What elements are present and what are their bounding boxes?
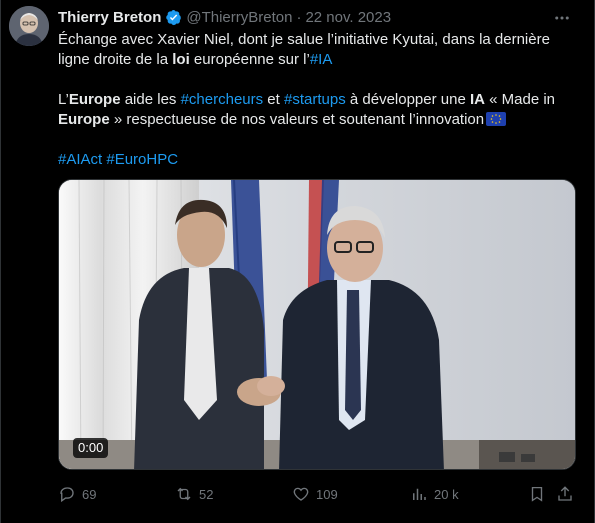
avatar-image (9, 6, 49, 46)
bookmark-icon (531, 486, 543, 502)
tweet-paragraph-3: #AIAct #EuroHPC (58, 150, 578, 170)
author-handle[interactable]: @ThierryBreton (186, 9, 292, 26)
text-span: aide les (120, 91, 181, 108)
repost-count: 52 (199, 486, 214, 502)
header-separator: · (296, 8, 302, 26)
bold-word: IA (469, 91, 485, 108)
text-span: » respectueuse de nos valeurs et soutena… (109, 111, 485, 128)
text-span: et (263, 91, 284, 108)
video-player[interactable] (58, 179, 576, 470)
hashtag-link[interactable]: #EuroHPC (106, 151, 178, 168)
repost-button[interactable]: 52 (175, 484, 213, 504)
bold-word: Europe (68, 91, 121, 108)
like-button[interactable]: 109 (292, 484, 338, 504)
hashtag-link[interactable]: #IA (310, 51, 333, 68)
verified-badge-icon (166, 9, 182, 25)
bookmark-button[interactable] (528, 484, 546, 504)
reply-button[interactable]: 69 (58, 484, 96, 504)
tweet-text: Échange avec Xavier Niel, dont je salue … (58, 30, 578, 170)
tweet-paragraph-1: Échange avec Xavier Niel, dont je salue … (58, 30, 578, 70)
eu-flag-icon (486, 112, 507, 126)
share-button[interactable] (556, 484, 574, 504)
text-span: « Made in (484, 91, 556, 108)
avatar[interactable] (9, 6, 49, 46)
bold-word: Europe (58, 111, 110, 128)
tweet-container: Thierry Breton @ThierryBreton · 22 nov. … (0, 0, 595, 523)
text-span: européenne sur l’ (189, 51, 310, 68)
video-timecode: 0:00 (73, 438, 109, 458)
views-count: 20 k (434, 486, 459, 502)
tweet-date[interactable]: 22 nov. 2023 (305, 9, 391, 26)
heart-icon (293, 487, 309, 501)
more-options-button[interactable] (552, 8, 572, 28)
hashtag-link[interactable]: #startups (284, 91, 346, 108)
views-chart-icon (413, 488, 426, 500)
share-icon (558, 486, 572, 501)
author-name[interactable]: Thierry Breton (58, 9, 161, 26)
text-span: à développer une (345, 91, 470, 108)
tweet-header: Thierry Breton @ThierryBreton · 22 nov. … (58, 8, 391, 26)
tweet-actions: 69 52 109 20 k (58, 484, 578, 504)
text-span: L’ (58, 91, 69, 108)
views-button[interactable]: 20 k (410, 484, 459, 504)
hashtag-link[interactable]: #AIAct (58, 151, 102, 168)
like-count: 109 (316, 486, 338, 502)
video-thumbnail (59, 180, 575, 469)
more-dots-icon (555, 16, 569, 20)
bold-word: loi (172, 51, 190, 68)
hashtag-link[interactable]: #chercheurs (181, 91, 264, 108)
reply-count: 69 (82, 486, 97, 502)
repost-icon (177, 487, 191, 501)
reply-icon (60, 487, 74, 503)
tweet-paragraph-2: L’Europe aide les #chercheurs et #startu… (58, 90, 578, 130)
